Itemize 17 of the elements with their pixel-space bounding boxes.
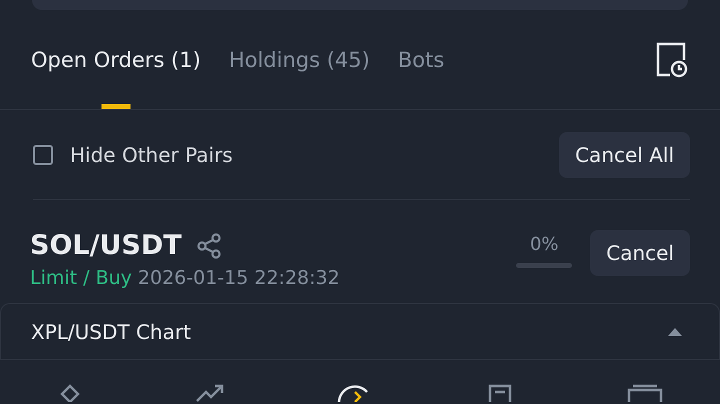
tab[interactable]: Bots [398, 10, 444, 109]
checkbox[interactable] [33, 144, 53, 164]
trend-icon[interactable] [195, 384, 225, 402]
caret-icon[interactable] [667, 326, 683, 336]
chart-title: XPL/USDT Chart [31, 320, 191, 344]
cancel-all-button[interactable]: Cancel All [559, 132, 690, 178]
tab[interactable]: Holdings (45) [228, 10, 370, 109]
order-type: Limit / Buy [30, 267, 132, 289]
pair-name: SOL/USDT [30, 230, 182, 261]
share-icon[interactable] [196, 232, 222, 258]
chart-bar[interactable]: XPL/USDT Chart [0, 303, 720, 359]
order-time: 2026-01-15 22:28:32 [138, 267, 340, 289]
fill-percent: 0% [530, 234, 559, 255]
history-icon[interactable] [656, 42, 688, 78]
cancel-button[interactable]: Cancel [590, 230, 690, 276]
checkbox-label: Hide Other Pairs [70, 142, 233, 166]
tab[interactable]: Open Orders (1) [31, 10, 201, 109]
